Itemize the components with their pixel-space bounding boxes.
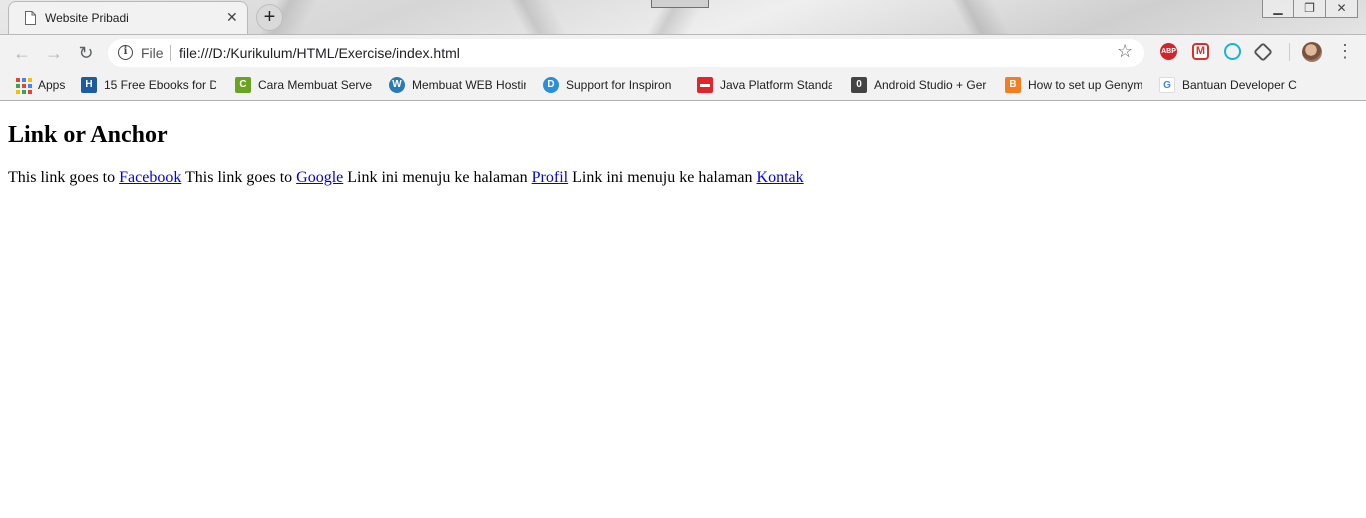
window-controls: ▁ ❐ ✕: [1262, 0, 1358, 18]
scheme-label: File: [141, 45, 164, 61]
apps-grid-dot: [22, 78, 26, 82]
bookmark-item[interactable]: D Support for Inspiron: [543, 77, 680, 93]
bookmark-item[interactable]: H 15 Free Ebooks for D: [81, 77, 216, 93]
code-icon: C: [235, 77, 251, 93]
minimize-button[interactable]: ▁: [1262, 0, 1294, 18]
apps-grid-dot: [22, 84, 26, 88]
document-icon: [25, 11, 36, 25]
h-square-icon: H: [81, 77, 97, 93]
url-text[interactable]: file:///D:/Kurikulum/HTML/Exercise/index…: [179, 45, 460, 61]
address-bar[interactable]: i File file:///D:/Kurikulum/HTML/Exercis…: [108, 39, 1144, 67]
toolbar-divider: [1289, 43, 1290, 61]
facebook-link[interactable]: Facebook: [119, 169, 181, 186]
apps-grid-dot: [16, 78, 20, 82]
bookmark-item[interactable]: W Membuat WEB Hostin: [389, 77, 526, 93]
page-content: Link or Anchor This link goes to Faceboo…: [0, 102, 1366, 518]
restore-button[interactable]: ❐: [1294, 0, 1326, 18]
title-bar: Website Pribadi ✕ + ▁ ❐ ✕: [0, 0, 1366, 34]
bookmark-item[interactable]: C Cara Membuat Serve: [235, 77, 372, 93]
close-window-button[interactable]: ✕: [1326, 0, 1358, 18]
window-drag-handle[interactable]: [651, 0, 709, 8]
adblock-extension-icon[interactable]: ABP: [1160, 43, 1177, 60]
back-button[interactable]: ←: [11, 42, 33, 64]
blogger-icon: B: [1005, 77, 1021, 93]
omnibox-divider: [170, 45, 171, 61]
bookmark-label: Support for Inspiron: [566, 78, 672, 92]
links-paragraph: This link goes to Facebook This link goe…: [8, 169, 804, 187]
wordpress-icon: W: [389, 77, 405, 93]
apps-grid-dot: [16, 90, 20, 94]
paragraph-text: Link ini menuju ke halaman: [568, 169, 757, 186]
new-tab-button[interactable]: +: [256, 4, 283, 31]
reload-button[interactable]: ↻: [75, 42, 97, 64]
bookmark-item[interactable]: B How to set up Genym: [1005, 77, 1142, 93]
tab-title: Website Pribadi: [45, 11, 129, 25]
bookmark-star-icon[interactable]: ☆: [1117, 41, 1133, 62]
bookmark-label: Java Platform Standa: [720, 78, 832, 92]
apps-grid-dot: [28, 90, 32, 94]
kontak-link[interactable]: Kontak: [757, 169, 804, 186]
page-heading: Link or Anchor: [8, 122, 168, 148]
profile-avatar[interactable]: [1302, 42, 1322, 62]
paragraph-text: This link goes to: [8, 169, 120, 186]
react-devtools-extension-icon[interactable]: [1224, 43, 1241, 60]
profil-link[interactable]: Profil: [532, 169, 568, 186]
paragraph-text: This link goes to: [181, 169, 297, 186]
apps-grid-dot: [28, 84, 32, 88]
bookmark-label: Membuat WEB Hostin: [412, 78, 526, 92]
apps-grid-dot: [22, 90, 26, 94]
bookmark-label: 15 Free Ebooks for D: [104, 78, 216, 92]
info-icon[interactable]: i: [118, 45, 133, 60]
paragraph-text: Link ini menuju ke halaman: [343, 169, 532, 186]
apps-grid-dot: [28, 78, 32, 82]
apps-grid-dot: [16, 84, 20, 88]
menu-icon[interactable]: ⋮: [1336, 41, 1354, 62]
apps-grid-icon: [15, 77, 32, 94]
oracle-icon: ▬: [697, 77, 713, 93]
bookmarks-bar: Apps H 15 Free Ebooks for D C Cara Membu…: [0, 70, 1366, 101]
tab-website-pribadi[interactable]: Website Pribadi ✕: [8, 1, 248, 34]
bookmark-label: Apps: [38, 78, 66, 92]
bookmark-apps[interactable]: Apps: [15, 77, 66, 94]
google-icon: G: [1159, 77, 1175, 93]
bookmark-item[interactable]: ▬ Java Platform Standa: [697, 77, 832, 93]
bookmark-item[interactable]: 0 Android Studio + Ger: [851, 77, 988, 93]
gmail-extension-icon[interactable]: M: [1192, 43, 1209, 60]
zero-box-icon: 0: [851, 77, 867, 93]
forward-button[interactable]: →: [43, 42, 65, 64]
bookmark-label: Bantuan Developer C: [1182, 78, 1297, 92]
bookmark-label: Cara Membuat Serve: [258, 78, 372, 92]
bookmark-item[interactable]: G Bantuan Developer C: [1159, 77, 1299, 93]
google-link[interactable]: Google: [296, 169, 343, 186]
tab-close-icon[interactable]: ✕: [226, 9, 238, 26]
dell-icon: D: [543, 77, 559, 93]
bookmark-label: Android Studio + Ger: [874, 78, 987, 92]
bookmark-label: How to set up Genym: [1028, 78, 1142, 92]
